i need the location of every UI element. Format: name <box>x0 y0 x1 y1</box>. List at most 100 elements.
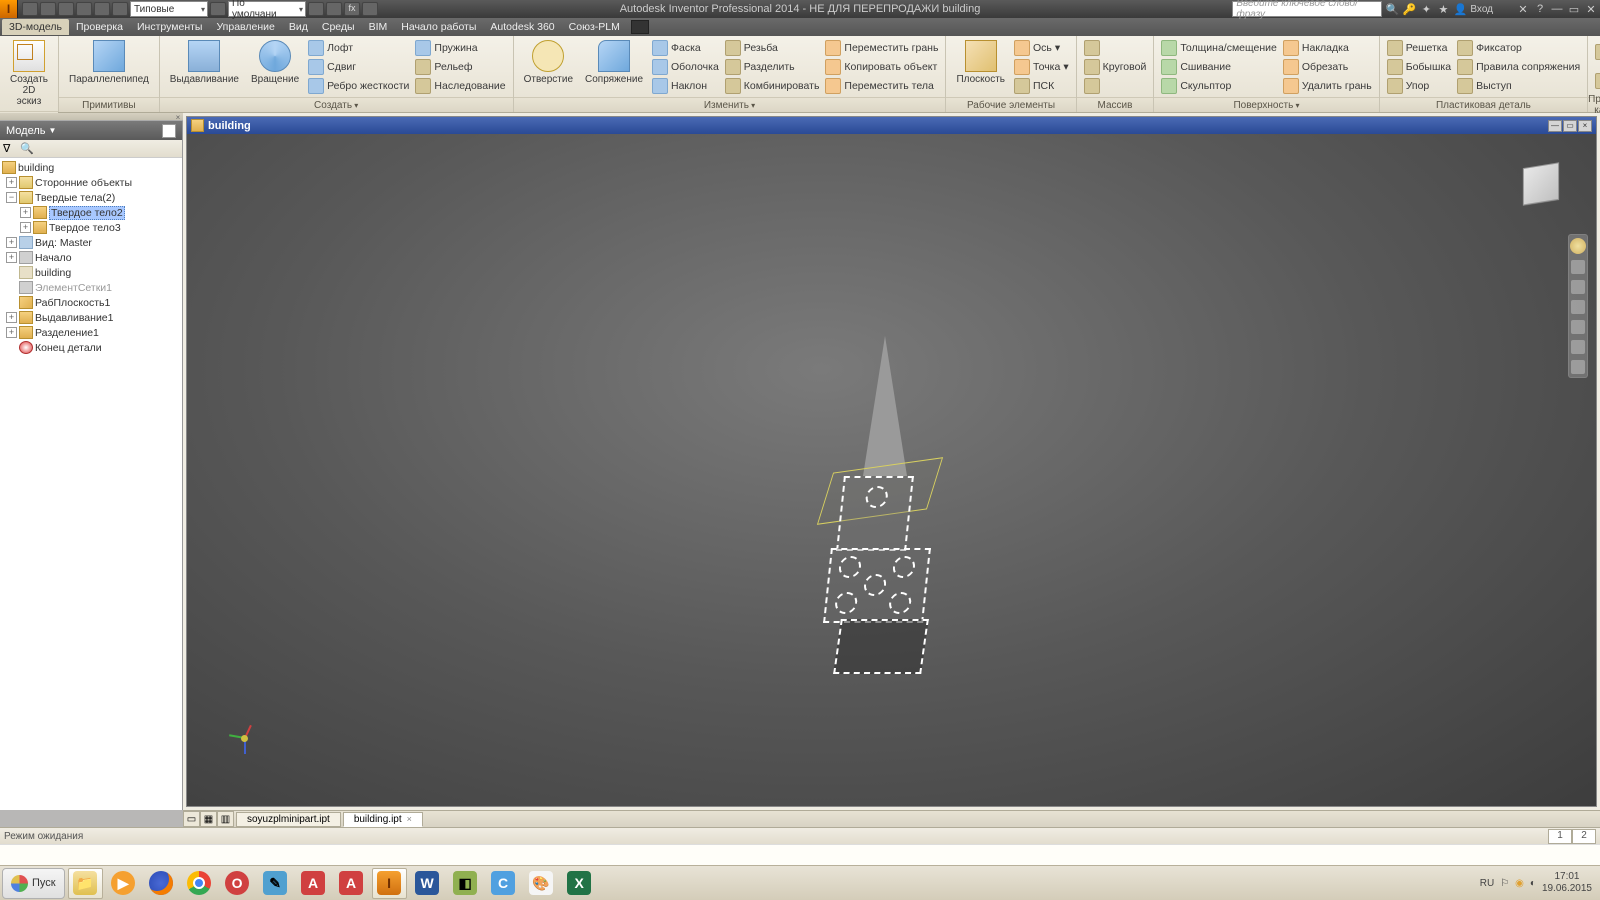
language-indicator[interactable]: RU <box>1480 878 1494 889</box>
split-button[interactable]: Разделить <box>722 58 823 76</box>
exchange-icon[interactable]: ✕ <box>1516 2 1530 16</box>
shell-button[interactable]: Оболочка <box>649 58 722 76</box>
expand-icon[interactable]: + <box>6 252 17 263</box>
expand-icon[interactable]: + <box>6 177 17 188</box>
qat-appearance-icon[interactable] <box>210 2 226 16</box>
emboss-button[interactable]: Рельеф <box>412 58 508 76</box>
expand-icon[interactable]: + <box>6 237 17 248</box>
grill-button[interactable]: Решетка <box>1384 39 1454 57</box>
status-page-2[interactable]: 2 <box>1572 829 1596 844</box>
harness2-button[interactable] <box>1592 72 1600 90</box>
qat-fx-icon[interactable]: fx <box>344 2 360 16</box>
material-combo[interactable]: Типовые <box>130 1 208 17</box>
tab-3d-model[interactable]: 3D-модель <box>2 19 69 35</box>
help-icon[interactable]: ? <box>1533 2 1547 16</box>
star-icon[interactable]: ★ <box>1436 2 1450 16</box>
lookat-icon[interactable] <box>1571 320 1585 334</box>
lip-button[interactable]: Выступ <box>1454 77 1583 95</box>
tree-mesh[interactable]: ЭлементСетки1 <box>0 280 182 295</box>
tab-view[interactable]: Вид <box>282 19 315 35</box>
3d-canvas[interactable] <box>187 134 1596 806</box>
document-titlebar[interactable]: building — ▭ × <box>187 117 1596 134</box>
browser-header[interactable]: Модель▼ <box>0 121 182 140</box>
thread-button[interactable]: Резьба <box>722 39 823 57</box>
boss-button[interactable]: Бобышка <box>1384 58 1454 76</box>
thicken-button[interactable]: Толщина/смещение <box>1158 39 1280 57</box>
tray-network-icon[interactable]: ◐ <box>1530 878 1536 889</box>
tab-a360[interactable]: Autodesk 360 <box>483 19 561 35</box>
steering-wheel-icon[interactable] <box>1570 238 1586 254</box>
expand-icon[interactable]: + <box>20 207 31 218</box>
hole-button[interactable]: Отверстие <box>518 38 579 87</box>
plane-button[interactable]: Плоскость <box>950 38 1011 87</box>
draft-button[interactable]: Наклон <box>649 77 722 95</box>
ribbon-end-toggle[interactable] <box>631 20 649 34</box>
tab-tools[interactable]: Инструменты <box>130 19 209 35</box>
rib-button[interactable]: Ребро жесткости <box>305 77 412 95</box>
tree-solid2[interactable]: +Твердое тело2 <box>0 205 182 220</box>
filter-icon[interactable]: ∇ <box>3 142 17 156</box>
rest-button[interactable]: Упор <box>1384 77 1454 95</box>
doc-close-icon[interactable]: × <box>1578 120 1592 132</box>
sweep-button[interactable]: Сдвиг <box>305 58 412 76</box>
appearance-combo[interactable]: По умолчани <box>228 1 306 17</box>
taskbar-chrome[interactable] <box>182 868 217 899</box>
tree-thirdparty[interactable]: +Сторонние объекты <box>0 175 182 190</box>
tree-building[interactable]: building <box>0 265 182 280</box>
extrude-button[interactable]: Выдавливание <box>164 38 245 87</box>
derive-button[interactable]: Наследование <box>412 77 508 95</box>
qat-misc3-icon[interactable] <box>362 2 378 16</box>
nav-more-icon[interactable] <box>1571 340 1585 354</box>
qat-redo-icon[interactable] <box>94 2 110 16</box>
trim-button[interactable]: Обрезать <box>1280 58 1375 76</box>
tray-sound-icon[interactable]: ◉ <box>1515 878 1524 889</box>
taskbar-word[interactable]: W <box>410 868 445 899</box>
qat-new-icon[interactable] <box>22 2 38 16</box>
tree-workplane[interactable]: РабПлоскость1 <box>0 295 182 310</box>
window-close-icon[interactable]: ✕ <box>1584 2 1598 16</box>
cloud-icon[interactable]: ✦ <box>1419 2 1433 16</box>
create-2d-sketch-button[interactable]: Создать 2D эскиз <box>4 38 54 109</box>
taskbar-mediaplayer[interactable]: ▶ <box>106 868 141 899</box>
taskbar-acrobat[interactable]: A <box>334 868 369 899</box>
view-single-icon[interactable]: ▭ <box>183 811 200 827</box>
box-button[interactable]: Параллелепипед <box>63 38 155 87</box>
taskbar-opera[interactable]: O <box>220 868 255 899</box>
taskbar-autocad[interactable]: A <box>296 868 331 899</box>
expand-icon[interactable]: + <box>6 327 17 338</box>
deleteface-button[interactable]: Удалить грань <box>1280 77 1375 95</box>
taskbar-excel[interactable]: X <box>562 868 597 899</box>
view-cube[interactable] <box>1516 159 1566 209</box>
tab-bim[interactable]: BIM <box>362 19 395 35</box>
taskbar-paint[interactable]: 🎨 <box>524 868 559 899</box>
help-search-input[interactable]: Введите ключевое слово/фразу <box>1232 1 1382 17</box>
tree-split[interactable]: +Разделение1 <box>0 325 182 340</box>
ucs-button[interactable]: ПСК <box>1011 77 1072 95</box>
zoom-icon[interactable] <box>1571 280 1585 294</box>
taskbar-inventor[interactable]: I <box>372 868 407 899</box>
qat-undo-icon[interactable] <box>76 2 92 16</box>
chamfer-button[interactable]: Фаска <box>649 39 722 57</box>
copyobject-button[interactable]: Копировать объект <box>822 58 941 76</box>
user-icon[interactable]: 👤 <box>1453 2 1467 16</box>
doc-minimize-icon[interactable]: — <box>1548 120 1562 132</box>
start-button[interactable]: Пуск <box>2 868 65 899</box>
clock[interactable]: 17:01 19.06.2015 <box>1542 871 1592 895</box>
qat-misc2-icon[interactable] <box>326 2 342 16</box>
taskbar-app1[interactable]: ✎ <box>258 868 293 899</box>
tree-solid3[interactable]: +Твердое тело3 <box>0 220 182 235</box>
taskbar-explorer[interactable]: 📁 <box>68 868 103 899</box>
collapse-icon[interactable]: − <box>6 192 17 203</box>
group-label-create[interactable]: Создать <box>160 97 513 112</box>
view-tile-icon[interactable]: ▦ <box>200 811 217 827</box>
qat-save-icon[interactable] <box>58 2 74 16</box>
pattern-mirror-button[interactable] <box>1081 77 1150 95</box>
browser-options-icon[interactable] <box>162 124 176 138</box>
combine-button[interactable]: Комбинировать <box>722 77 823 95</box>
loft-button[interactable]: Лофт <box>305 39 412 57</box>
qat-misc1-icon[interactable] <box>308 2 324 16</box>
movebodies-button[interactable]: Переместить тела <box>822 77 941 95</box>
tab-environments[interactable]: Среды <box>315 19 362 35</box>
browser-close-icon[interactable]: × <box>173 113 183 121</box>
qat-open-icon[interactable] <box>40 2 56 16</box>
